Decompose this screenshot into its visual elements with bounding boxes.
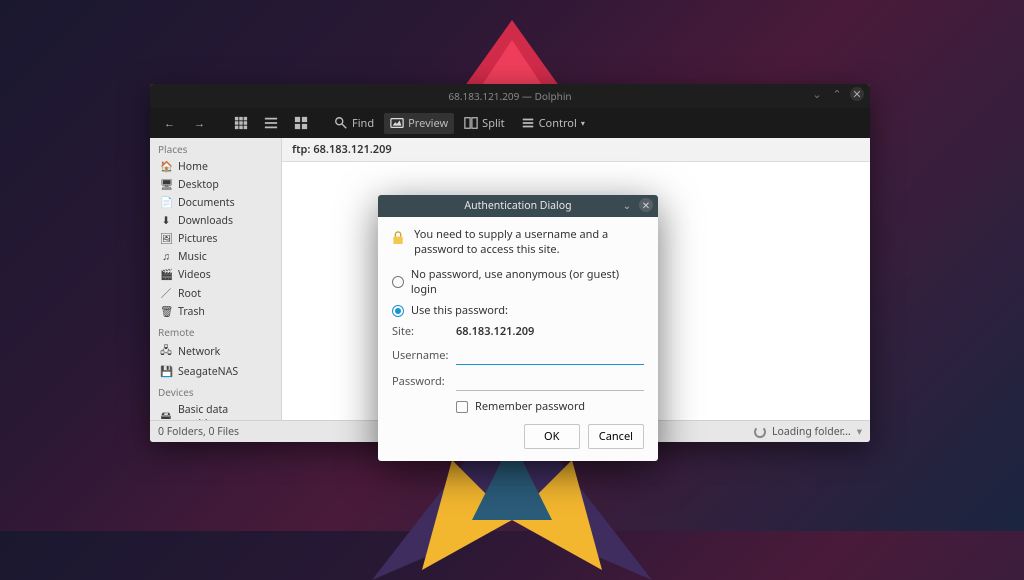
- dialog-titlebar: Authentication Dialog ⌄ ✕: [378, 195, 658, 217]
- status-right: Loading folder...: [772, 425, 851, 439]
- dialog-title: Authentication Dialog: [464, 199, 571, 213]
- split-label: Split: [482, 116, 504, 131]
- downloads-icon: ⬇: [160, 214, 172, 228]
- drive-icon: 🖴: [160, 408, 172, 420]
- remember-label: Remember password: [475, 399, 585, 414]
- loading-spinner-icon: [754, 426, 766, 438]
- sidebar-item-downloads[interactable]: ⬇Downloads: [150, 212, 281, 230]
- sidebar-item-videos[interactable]: 🎬Videos: [150, 266, 281, 284]
- sidebar-group-places: Places: [150, 138, 281, 158]
- trash-icon: 🗑: [160, 305, 172, 319]
- videos-icon: 🎬: [160, 268, 172, 282]
- radio-anonymous-label: No password, use anonymous (or guest) lo…: [411, 267, 644, 297]
- username-label: Username:: [392, 348, 448, 363]
- radio-password-label: Use this password:: [411, 303, 508, 318]
- window-title: 68.183.121.209 — Dolphin: [448, 89, 571, 103]
- root-icon: ／: [160, 286, 172, 301]
- pictures-icon: 🖼: [160, 232, 172, 246]
- lock-icon: [392, 227, 404, 249]
- split-button[interactable]: Split: [458, 113, 510, 134]
- find-button[interactable]: Find: [328, 113, 380, 134]
- window-maximize-button[interactable]: ⌃: [830, 87, 844, 101]
- nas-icon: 💾: [160, 365, 172, 379]
- sidebar-item-home[interactable]: 🏠Home: [150, 158, 281, 176]
- password-input[interactable]: [456, 371, 644, 391]
- window-close-button[interactable]: ✕: [850, 87, 864, 101]
- breadcrumb[interactable]: ftp: 68.183.121.209: [282, 138, 870, 162]
- chevron-down-icon: ▾: [581, 118, 585, 129]
- sidebar-item-device-0[interactable]: 🖴Basic data partition: [150, 401, 281, 420]
- checkbox-icon: [456, 401, 468, 413]
- sidebar-group-devices: Devices: [150, 381, 281, 401]
- site-label: Site:: [392, 324, 448, 339]
- desktop-icon: 🖥: [160, 178, 172, 192]
- sidebar-item-network[interactable]: 🖧Network: [150, 341, 281, 363]
- window-titlebar: 68.183.121.209 — Dolphin ⌄ ⌃ ✕: [150, 84, 870, 108]
- radio-use-password[interactable]: Use this password:: [392, 303, 644, 318]
- documents-icon: 📄: [160, 196, 172, 210]
- preview-button[interactable]: Preview: [384, 113, 454, 134]
- dialog-shade-button[interactable]: ⌄: [620, 198, 634, 212]
- radio-button-icon: [392, 276, 404, 288]
- cancel-button[interactable]: Cancel: [588, 424, 644, 449]
- username-input[interactable]: [456, 345, 644, 365]
- sidebar-item-documents[interactable]: 📄Documents: [150, 194, 281, 212]
- breadcrumb-label: ftp: 68.183.121.209: [292, 142, 392, 157]
- sidebar-item-root[interactable]: ／Root: [150, 284, 281, 303]
- view-details-button[interactable]: [288, 113, 314, 133]
- sidebar: Places 🏠Home 🖥Desktop 📄Documents ⬇Downlo…: [150, 138, 282, 420]
- control-menu-button[interactable]: Control ▾: [515, 113, 591, 134]
- status-left: 0 Folders, 0 Files: [158, 425, 239, 439]
- radio-button-icon: [392, 305, 404, 317]
- view-compact-button[interactable]: [258, 113, 284, 133]
- dialog-message: You need to supply a username and a pass…: [414, 227, 644, 257]
- dialog-close-button[interactable]: ✕: [639, 198, 653, 212]
- site-value: 68.183.121.209: [456, 324, 644, 339]
- sidebar-group-remote: Remote: [150, 321, 281, 341]
- home-icon: 🏠: [160, 160, 172, 174]
- sidebar-item-music[interactable]: ♫Music: [150, 248, 281, 266]
- auth-dialog: Authentication Dialog ⌄ ✕ You need to su…: [378, 195, 658, 461]
- music-icon: ♫: [160, 250, 172, 264]
- status-chevron-icon[interactable]: ▾: [857, 425, 862, 439]
- sidebar-item-desktop[interactable]: 🖥Desktop: [150, 176, 281, 194]
- sidebar-item-trash[interactable]: 🗑Trash: [150, 303, 281, 321]
- control-label: Control: [539, 116, 577, 131]
- remember-password-checkbox[interactable]: Remember password: [456, 399, 644, 414]
- ok-button[interactable]: OK: [524, 424, 580, 449]
- find-label: Find: [352, 116, 374, 131]
- radio-anonymous[interactable]: No password, use anonymous (or guest) lo…: [392, 267, 644, 297]
- view-icons-button[interactable]: [228, 113, 254, 133]
- sidebar-item-seagatenas[interactable]: 💾SeagateNAS: [150, 363, 281, 381]
- sidebar-item-pictures[interactable]: 🖼Pictures: [150, 230, 281, 248]
- window-minimize-button[interactable]: ⌄: [810, 87, 824, 101]
- nav-back-button[interactable]: ←: [158, 113, 184, 133]
- network-icon: 🖧: [160, 343, 172, 361]
- nav-forward-button[interactable]: →: [188, 113, 214, 133]
- preview-label: Preview: [408, 116, 448, 131]
- password-label: Password:: [392, 374, 448, 389]
- toolbar: ← → Find Preview Split Control ▾: [150, 108, 870, 138]
